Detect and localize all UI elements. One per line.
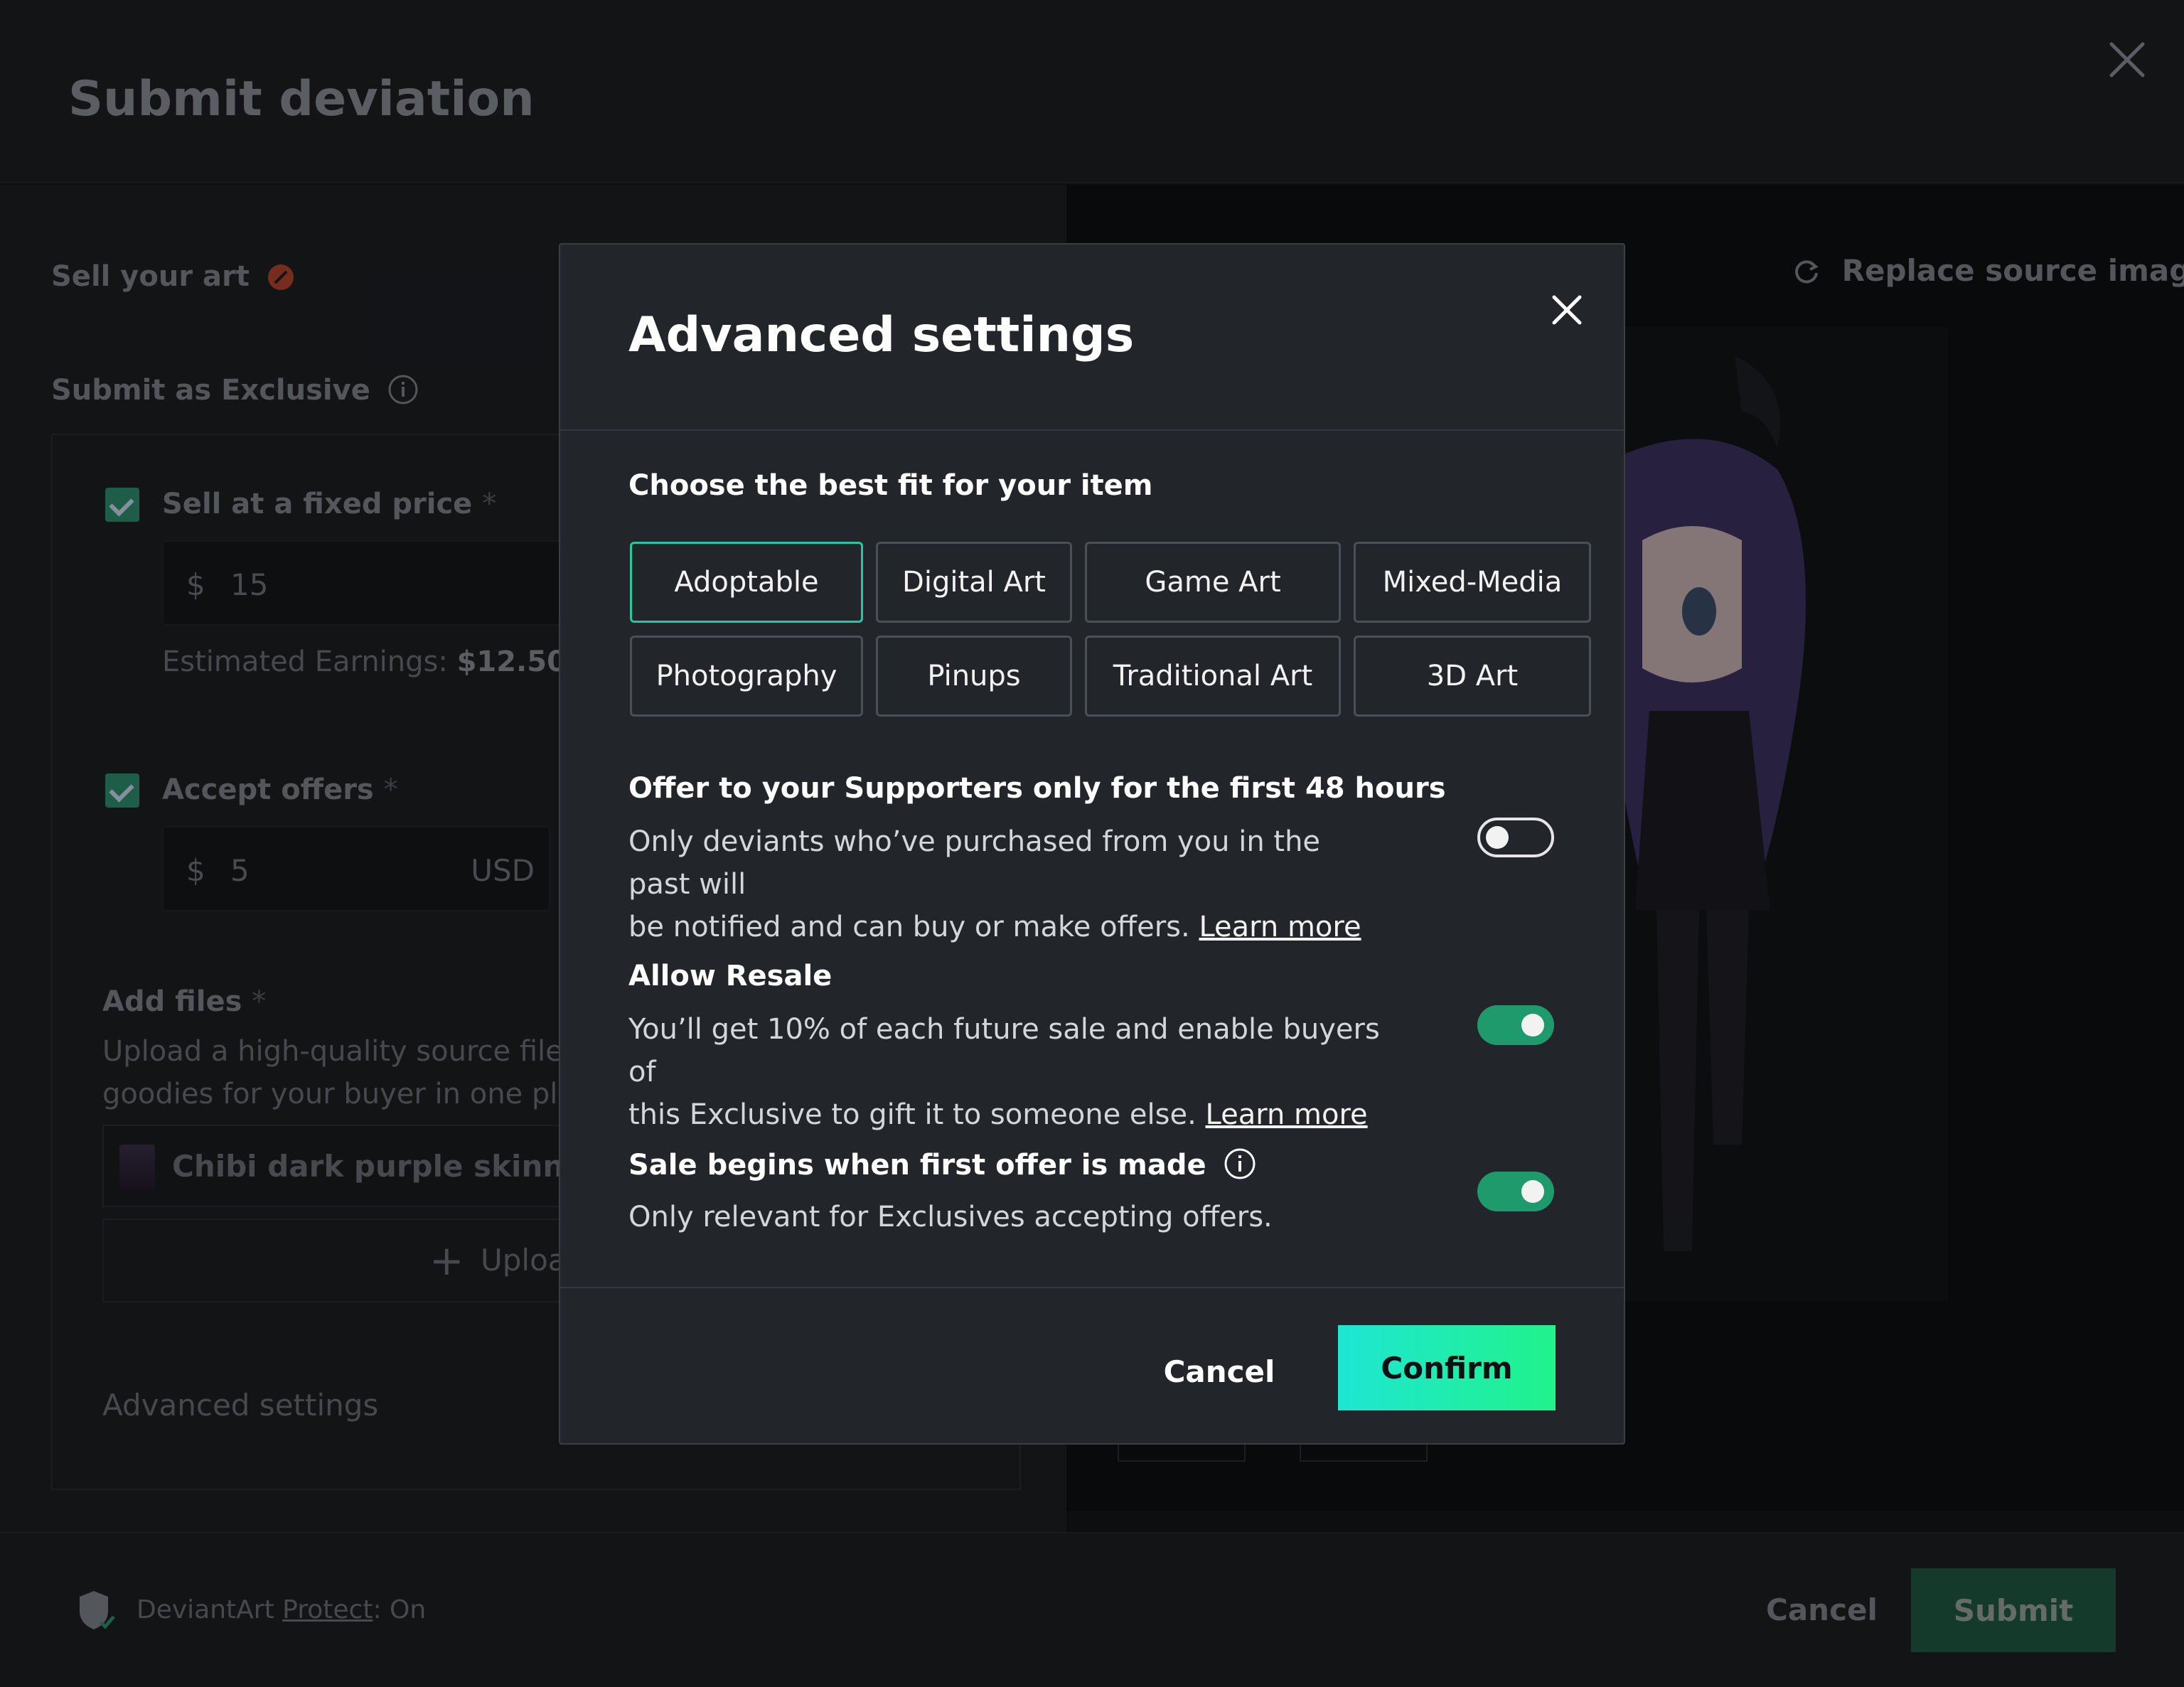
cancel-button[interactable]: Cancel bbox=[1138, 1329, 1301, 1413]
confirm-button[interactable]: Confirm bbox=[1338, 1325, 1556, 1410]
supporters-only-desc: Only deviants who’ve purchased from you … bbox=[628, 825, 1361, 943]
modal-title: Advanced settings bbox=[628, 307, 1135, 363]
close-icon[interactable] bbox=[1544, 287, 1590, 333]
sale-begins-toggle[interactable] bbox=[1477, 1172, 1554, 1211]
modal-footer-divider bbox=[560, 1287, 1624, 1288]
category-photography[interactable]: Photography bbox=[630, 636, 863, 717]
toggle-knob bbox=[1521, 1014, 1544, 1037]
info-icon[interactable] bbox=[1224, 1147, 1256, 1180]
category-digital-art[interactable]: Digital Art bbox=[876, 542, 1072, 623]
allow-resale-toggle[interactable] bbox=[1477, 1005, 1554, 1045]
category-mixed-media[interactable]: Mixed-Media bbox=[1354, 542, 1591, 623]
category-pinups[interactable]: Pinups bbox=[876, 636, 1072, 717]
category-game-art[interactable]: Game Art bbox=[1085, 542, 1341, 623]
category-heading: Choose the best fit for your item bbox=[628, 469, 1153, 502]
advanced-settings-modal: Advanced settings Choose the best fit fo… bbox=[559, 243, 1625, 1445]
learn-more-link[interactable]: Learn more bbox=[1199, 911, 1361, 943]
allow-resale-title: Allow Resale bbox=[628, 960, 833, 992]
submit-deviation-page: Submit deviation Sell your art Submit as… bbox=[0, 0, 2184, 1687]
supporters-only-toggle[interactable] bbox=[1477, 818, 1554, 857]
allow-resale-desc: You’ll get 10% of each future sale and e… bbox=[628, 1013, 1380, 1131]
category-3d-art[interactable]: 3D Art bbox=[1354, 636, 1591, 717]
toggle-knob bbox=[1521, 1180, 1544, 1203]
supporters-only-title: Offer to your Supporters only for the fi… bbox=[628, 772, 1446, 805]
category-traditional-art[interactable]: Traditional Art bbox=[1085, 636, 1341, 717]
category-adoptable[interactable]: Adoptable bbox=[630, 542, 863, 623]
sale-begins-title: Sale begins when first offer is made bbox=[628, 1147, 1256, 1182]
modal-header: Advanced settings bbox=[560, 245, 1624, 431]
sale-begins-desc: Only relevant for Exclusives accepting o… bbox=[628, 1201, 1273, 1233]
learn-more-link[interactable]: Learn more bbox=[1206, 1098, 1368, 1131]
toggle-knob bbox=[1486, 826, 1509, 849]
